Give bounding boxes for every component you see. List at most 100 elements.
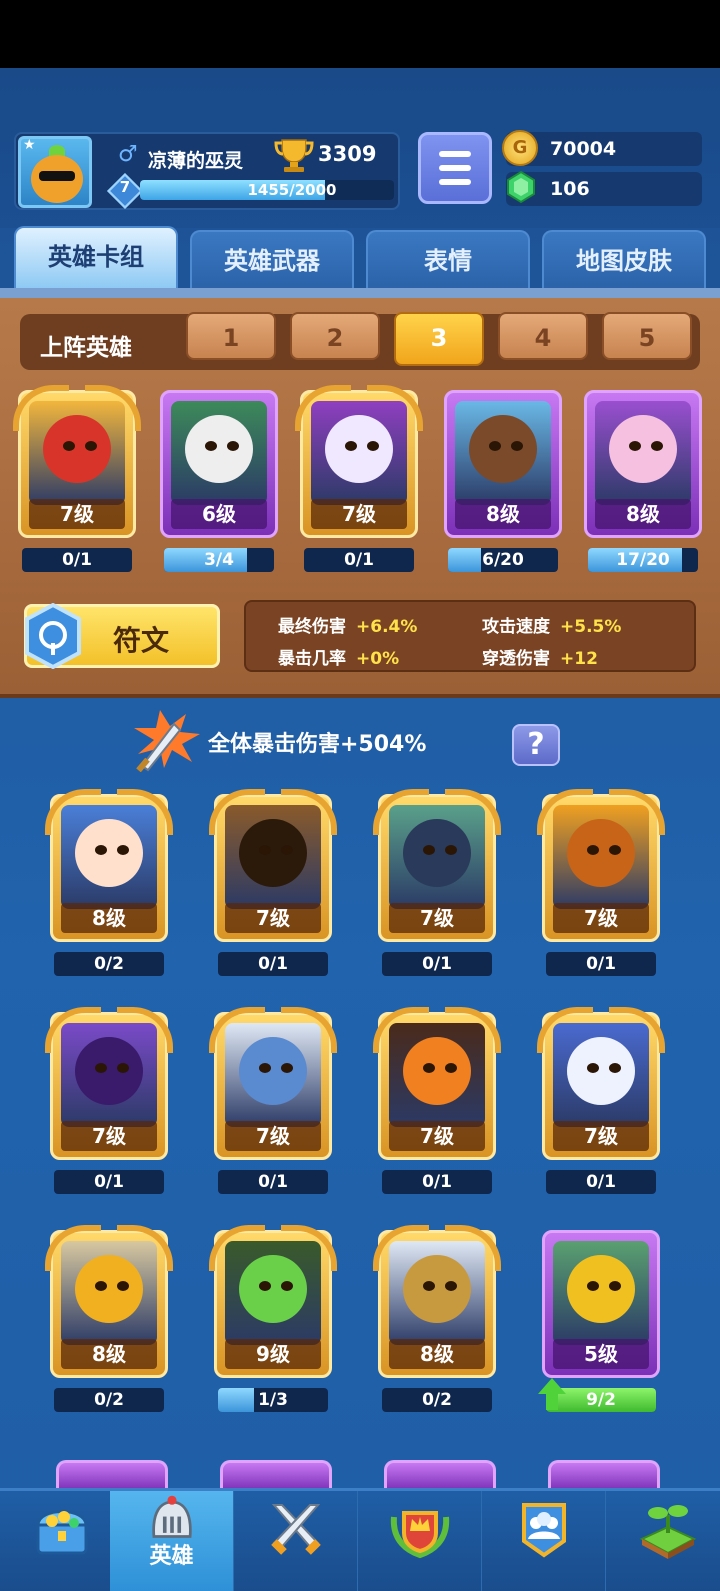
collection-hero-card[interactable]: 7级: [209, 1007, 337, 1160]
progress-text: 0/1: [62, 550, 92, 570]
gem-counter[interactable]: 106: [506, 170, 702, 206]
tab-bar: 英雄卡组 英雄武器 表情 地图皮肤: [0, 226, 720, 290]
hero-portrait: [61, 1241, 157, 1345]
hero-card-progress: 0/2: [54, 1388, 164, 1412]
stat-crit-chance: 暴击几率 +0%: [278, 649, 400, 669]
hero-level: 9级: [225, 1339, 321, 1369]
hero-card-progress: 0/1: [382, 952, 492, 976]
collection-hero-card[interactable]: 5级: [542, 1230, 660, 1378]
progress-text: 6/20: [482, 550, 524, 570]
nav-heroes[interactable]: 英雄: [110, 1491, 234, 1591]
stat-final-damage: 最终伤害 +6.4%: [278, 617, 418, 637]
hero-level: 8级: [61, 903, 157, 933]
hero-portrait: [225, 1241, 321, 1345]
crossed-swords-icon: [271, 1504, 321, 1555]
progress-text: 3/4: [204, 550, 234, 570]
collection-hero-card[interactable]: 7级: [537, 1007, 665, 1160]
sword-crit-icon: [134, 710, 200, 772]
nav-shop[interactable]: [0, 1491, 124, 1591]
hero-level: 7级: [553, 1121, 649, 1151]
status-bar: [0, 0, 720, 68]
collection-hero-card[interactable]: 8级: [45, 789, 173, 942]
team-hero-card[interactable]: 7级: [295, 385, 423, 538]
hero-level: 5级: [553, 1339, 649, 1369]
nav-ranking[interactable]: [358, 1491, 482, 1591]
hero-portrait: [553, 805, 649, 909]
rune-stats: 最终伤害 +6.4% 攻击速度 +5.5% 暴击几率 +0% 穿透伤害 +12: [244, 600, 696, 672]
player-avatar[interactable]: ★: [18, 136, 92, 208]
help-button[interactable]: ?: [512, 724, 560, 766]
progress-text: 0/2: [422, 1390, 452, 1410]
trophy-count: 3309: [318, 142, 377, 166]
team-hero-card[interactable]: 8级: [444, 390, 562, 538]
treasure-chest-icon: [36, 1510, 88, 1555]
team-hero-card[interactable]: 8级: [584, 390, 702, 538]
collection-hero-card[interactable]: 8级: [373, 1225, 501, 1378]
nav-garden[interactable]: [606, 1491, 720, 1591]
upgrade-arrow-icon: [538, 1378, 566, 1394]
hero-card-partial[interactable]: [548, 1460, 660, 1490]
team-slot-3[interactable]: 3: [394, 312, 484, 366]
gem-amount: 106: [550, 178, 590, 200]
hero-portrait: [29, 401, 125, 505]
team-hero-card[interactable]: 7级: [13, 385, 141, 538]
hero-card-progress: 0/1: [218, 1170, 328, 1194]
hero-card-partial[interactable]: [56, 1460, 168, 1490]
hero-level: 7级: [225, 903, 321, 933]
hero-portrait: [595, 401, 691, 505]
nav-team[interactable]: [482, 1491, 606, 1591]
hero-level: 7级: [225, 1121, 321, 1151]
hero-portrait: [61, 1023, 157, 1127]
progress-text: 17/20: [616, 550, 670, 570]
hero-level: 7级: [29, 499, 125, 529]
hero-portrait: [171, 401, 267, 505]
tab-hero-deck[interactable]: 英雄卡组: [14, 226, 178, 290]
team-banner-icon: [522, 1503, 566, 1558]
menu-button[interactable]: [418, 132, 492, 204]
collection-hero-card[interactable]: 8级: [45, 1225, 173, 1378]
collection-hero-card[interactable]: 7级: [45, 1007, 173, 1160]
progress-text: 0/1: [94, 1172, 124, 1192]
player-profile[interactable]: ★ ♂ 凉薄的巫灵 3309 7 1455/2000: [14, 132, 400, 210]
coin-counter[interactable]: G 70004: [502, 130, 702, 166]
nav-heroes-label: 英雄: [149, 1544, 194, 1569]
team-slot-4[interactable]: 4: [498, 312, 588, 360]
collection-hero-card[interactable]: 7级: [209, 789, 337, 942]
tab-map-skins[interactable]: 地图皮肤: [542, 230, 706, 290]
hero-level: 8级: [389, 1339, 485, 1369]
hero-card-partial[interactable]: [220, 1460, 332, 1490]
collection-hero-card[interactable]: 7级: [373, 789, 501, 942]
xp-text: 1455/2000: [247, 181, 337, 199]
hero-level: 8级: [595, 499, 691, 529]
progress-text: 0/2: [94, 1390, 124, 1410]
team-label: 上阵英雄: [40, 335, 132, 361]
team-slot-1[interactable]: 1: [186, 312, 276, 360]
team-slot-2[interactable]: 2: [290, 312, 380, 360]
tab-emotes[interactable]: 表情: [366, 230, 530, 290]
progress-text: 0/1: [586, 954, 616, 974]
hero-portrait: [389, 1023, 485, 1127]
top-header: ★ ♂ 凉薄的巫灵 3309 7 1455/2000 G 70004 106: [0, 68, 720, 228]
hero-card-progress: 0/1: [382, 1170, 492, 1194]
collection-hero-card[interactable]: 7级: [537, 789, 665, 942]
hero-level: 7级: [553, 903, 649, 933]
xp-bar: 1455/2000: [140, 180, 394, 200]
team-slot-5[interactable]: 5: [602, 312, 692, 360]
hero-level: 7级: [311, 499, 407, 529]
sprout-island-icon: [639, 1505, 697, 1559]
bottom-nav: 英雄: [0, 1488, 720, 1591]
tab-hero-weapons[interactable]: 英雄武器: [190, 230, 354, 290]
team-hero-card[interactable]: 6级: [160, 390, 278, 538]
hero-card-progress: 0/1: [22, 548, 132, 572]
rune-button[interactable]: 符文: [24, 603, 220, 669]
crit-damage-bonus: 全体暴击伤害+504%: [208, 732, 427, 757]
coin-amount: 70004: [550, 138, 617, 160]
nav-battle[interactable]: [234, 1491, 358, 1591]
collection-hero-card[interactable]: 9级: [209, 1225, 337, 1378]
coin-icon: G: [502, 130, 538, 166]
hero-card-progress: 0/1: [54, 1170, 164, 1194]
hero-level: 7级: [389, 903, 485, 933]
collection-hero-card[interactable]: 7级: [373, 1007, 501, 1160]
hero-card-progress: 0/1: [546, 952, 656, 976]
hero-card-partial[interactable]: [384, 1460, 496, 1490]
